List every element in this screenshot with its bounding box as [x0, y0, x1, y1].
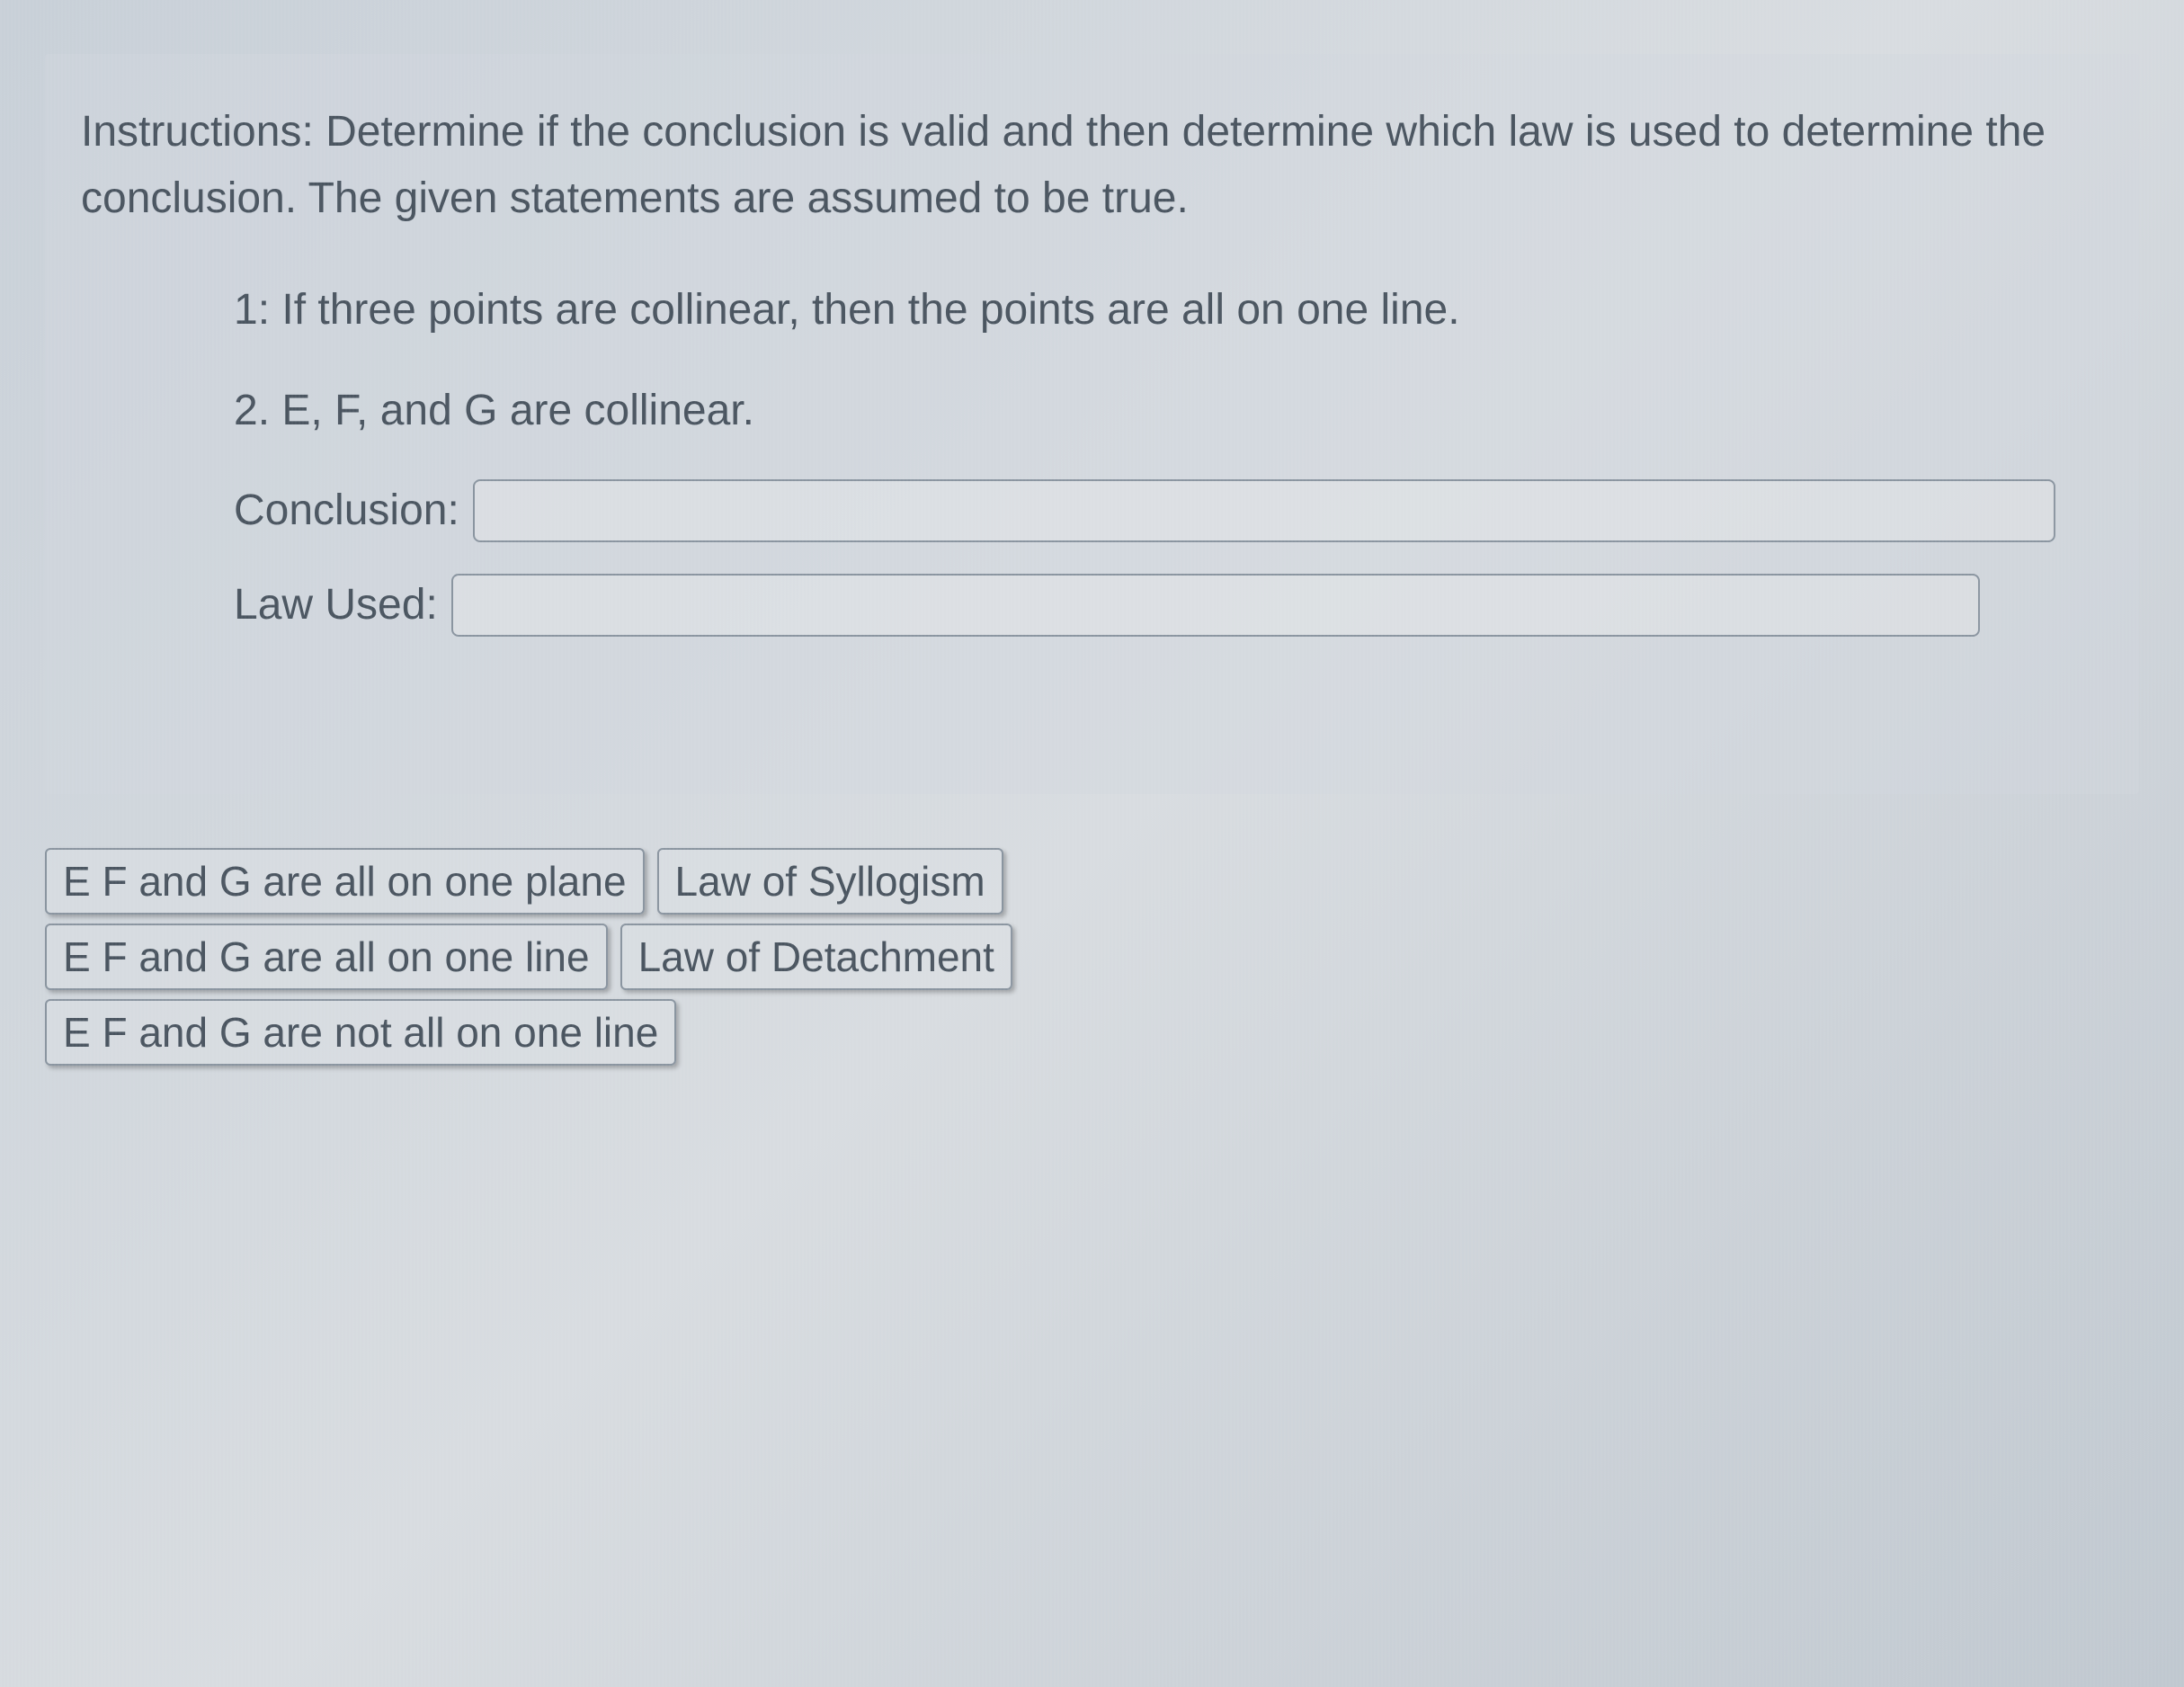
option-law-detachment[interactable]: Law of Detachment [620, 924, 1012, 990]
conclusion-label: Conclusion: [234, 486, 459, 535]
statements-block: 1: If three points are collinear, then t… [81, 278, 2103, 637]
options-row-1: E F and G are all on one plane Law of Sy… [45, 848, 1003, 915]
law-used-input[interactable] [451, 574, 1980, 637]
instructions-text: Instructions: Determine if the conclusio… [81, 99, 2103, 233]
option-efg-not-one-line[interactable]: E F and G are not all on one line [45, 999, 676, 1066]
option-efg-one-plane[interactable]: E F and G are all on one plane [45, 848, 645, 915]
conclusion-row: Conclusion: [234, 479, 2103, 542]
option-efg-one-line[interactable]: E F and G are all on one line [45, 924, 608, 990]
conclusion-input[interactable] [473, 479, 2055, 542]
option-law-syllogism[interactable]: Law of Syllogism [657, 848, 1003, 915]
options-row-3: E F and G are not all on one line [45, 999, 676, 1066]
statement-1: 1: If three points are collinear, then t… [234, 278, 2103, 343]
question-content: Instructions: Determine if the conclusio… [45, 54, 2139, 794]
statement-2: 2. E, F, and G are collinear. [234, 379, 2103, 443]
options-area: E F and G are all on one plane Law of Sy… [45, 848, 2139, 1066]
law-used-row: Law Used: [234, 574, 2103, 637]
law-used-label: Law Used: [234, 580, 438, 629]
options-row-2: E F and G are all on one line Law of Det… [45, 924, 1012, 990]
